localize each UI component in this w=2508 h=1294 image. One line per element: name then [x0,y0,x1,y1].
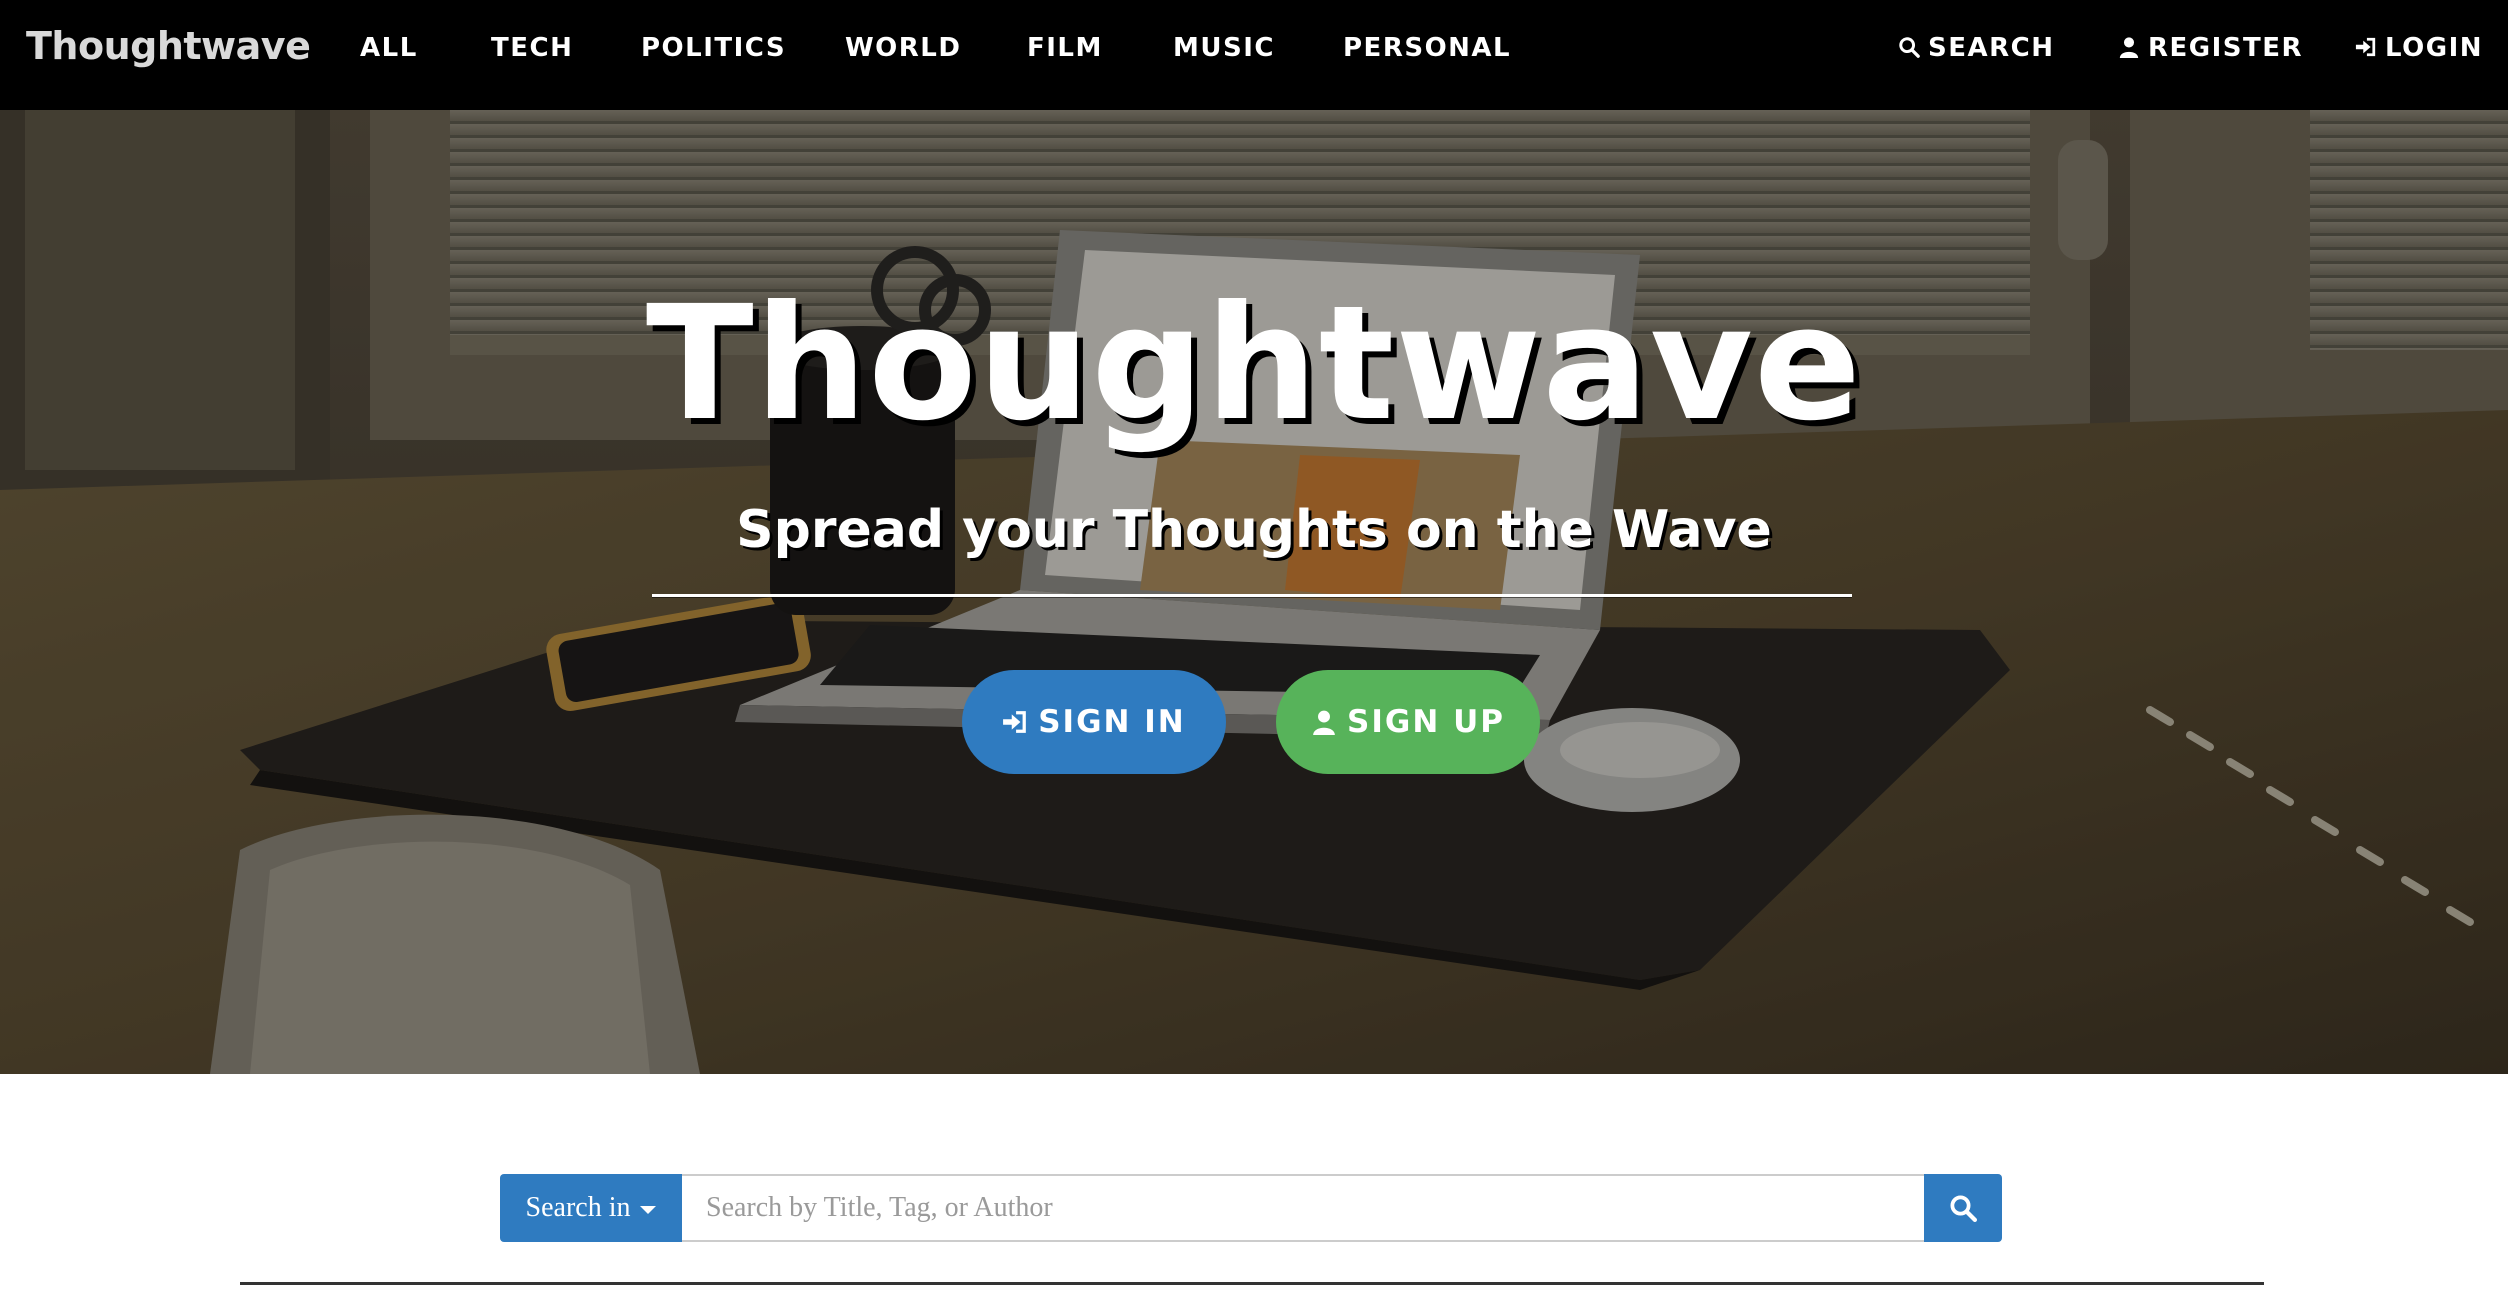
nav-item-politics[interactable]: POLITICS [641,33,786,63]
hero-background-image [0,110,2508,1074]
search-in-dropdown[interactable]: Search in [500,1174,682,1242]
hero-divider [652,594,1852,597]
nav-login-label: LOGIN [2385,33,2484,63]
nav-item-all[interactable]: ALL [360,33,418,63]
search-icon [1899,37,1920,58]
hero-title: Thoughtwave [645,272,1863,456]
nav-login-link[interactable]: LOGIN [2355,33,2483,63]
sign-in-label: SIGN IN [1038,704,1186,740]
sign-up-button[interactable]: SIGN UP [1276,670,1540,774]
nav-item-music[interactable]: MUSIC [1173,33,1275,63]
sign-in-icon [1003,711,1027,733]
nav-item-world[interactable]: WORLD [845,33,961,63]
nav-item-film[interactable]: FILM [1027,33,1103,63]
section-divider [240,1282,2264,1285]
sign-in-icon [2355,37,2376,57]
top-navbar: Thoughtwave ALL TECH POLITICS WORLD FILM… [0,0,2508,110]
search-input[interactable] [682,1174,1924,1242]
hero-section: Thoughtwave Spread your Thoughts on the … [0,110,2508,1074]
sign-up-label: SIGN UP [1347,704,1505,740]
search-icon [1950,1195,1977,1222]
nav-register-label: REGISTER [2148,33,2304,63]
caret-down-icon [640,1206,657,1214]
nav-search-label: SEARCH [1928,33,2055,63]
brand-logo[interactable]: Thoughtwave [26,24,311,68]
search-in-label: Search in [525,1192,631,1223]
user-icon [1313,710,1335,735]
sign-in-button[interactable]: SIGN IN [962,670,1226,774]
nav-item-tech[interactable]: TECH [491,33,573,63]
hero-subtitle: Spread your Thoughts on the Wave [736,500,1772,560]
nav-search-link[interactable]: SEARCH [1898,33,2054,63]
nav-item-personal[interactable]: PERSONAL [1343,33,1511,63]
user-icon [2119,37,2139,58]
nav-register-link[interactable]: REGISTER [2118,33,2303,63]
search-submit-button[interactable] [1924,1174,2002,1242]
